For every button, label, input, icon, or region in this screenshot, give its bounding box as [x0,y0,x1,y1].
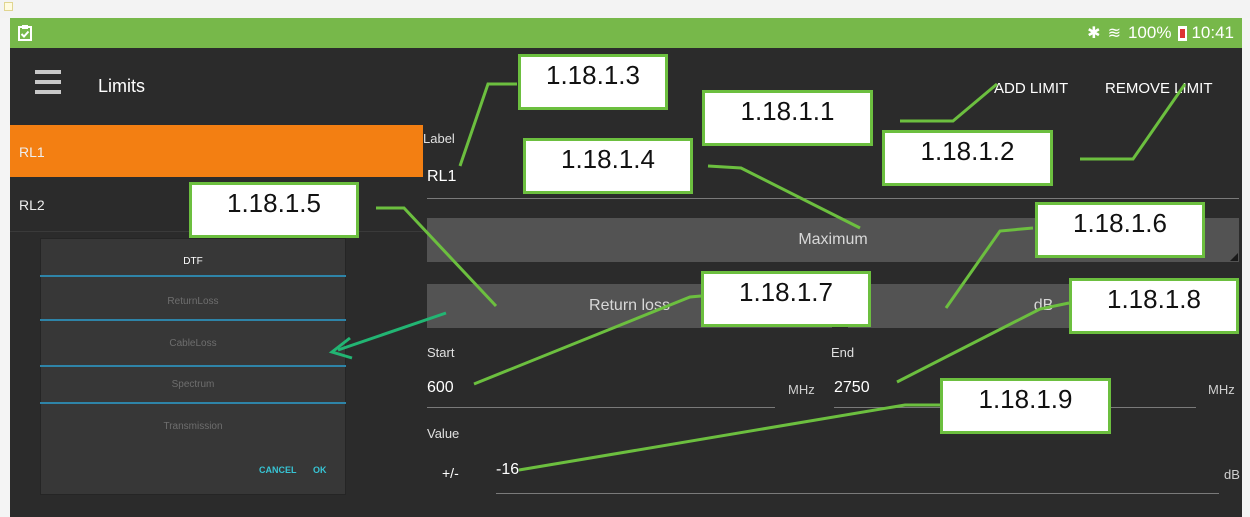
add-limit-button[interactable]: ADD LIMIT [994,80,1068,97]
clipboard-check-icon [18,25,32,41]
value-unit: dB [1224,467,1240,482]
dialog-ok-button[interactable]: OK [313,465,327,475]
end-input[interactable]: 2750 [834,379,870,397]
callout-1-18-1-2: 1.18.1.2 [882,130,1053,186]
value-prefix: +/- [442,465,459,481]
dialog-option-spectrum[interactable]: Spectrum [40,379,346,390]
value-input[interactable]: -16 [496,461,519,479]
clock: 10:41 [1191,23,1234,42]
dialog-divider [40,365,346,367]
menu-icon[interactable] [35,70,61,94]
value-caption: Value [427,426,460,441]
value-input-underline [496,493,1219,494]
start-input[interactable]: 600 [427,379,454,397]
dialog-option-returnloss[interactable]: ReturnLoss [40,296,346,307]
battery-percent: 100% [1127,23,1172,42]
start-unit: MHz [788,382,815,397]
left-edge [0,18,10,517]
battery-icon [1178,25,1188,41]
end-unit: MHz [1208,382,1235,397]
callout-1-18-1-4: 1.18.1.4 [523,138,693,194]
dialog-cancel-button[interactable]: CANCEL [259,465,297,475]
dialog-divider [40,275,346,277]
start-input-underline [427,407,775,408]
page-title: Limits [98,76,146,96]
dialog-option-dtf[interactable]: DTF [40,256,346,267]
label-input[interactable]: RL1 [427,168,456,186]
dialog-option-transmission[interactable]: Transmission [40,421,346,432]
wifi-icon: ≋ [1107,25,1121,42]
callout-1-18-1-1: 1.18.1.1 [702,90,873,146]
label-input-underline [427,198,1239,199]
status-bar: ✱ ≋ 100% 10:41 [10,18,1242,48]
end-caption: End [831,345,855,360]
limit-list-item-rl1[interactable]: RL1 [10,125,423,177]
dialog-option-cableloss[interactable]: CableLoss [40,338,346,349]
callout-1-18-1-9: 1.18.1.9 [940,378,1111,434]
window-top-strip [0,0,1250,18]
start-caption: Start [427,345,455,360]
dropdown-corner-icon [1230,253,1238,261]
limit-type-value: Maximum [798,231,868,248]
callout-1-18-1-5: 1.18.1.5 [189,182,359,238]
callout-1-18-1-6: 1.18.1.6 [1035,202,1205,258]
label-caption: Label [423,131,455,146]
right-edge [1242,18,1250,517]
status-indicators: ✱ ≋ 100% 10:41 [1087,23,1234,43]
window-corner-icon [4,2,13,11]
bluetooth-icon: ✱ [1087,25,1101,42]
callout-1-18-1-3: 1.18.1.3 [518,54,668,110]
remove-limit-button[interactable]: REMOVE LIMIT [1105,80,1213,97]
callout-1-18-1-8: 1.18.1.8 [1069,278,1239,334]
dialog-divider [40,319,346,321]
screenshot-frame: ✱ ≋ 100% 10:41 Limits ADD LIMIT REMOVE L… [0,0,1250,517]
dialog-divider [40,402,346,404]
callout-1-18-1-7: 1.18.1.7 [701,271,871,327]
unit-value: dB [1033,297,1054,314]
measurement-value: Return loss [589,297,670,314]
